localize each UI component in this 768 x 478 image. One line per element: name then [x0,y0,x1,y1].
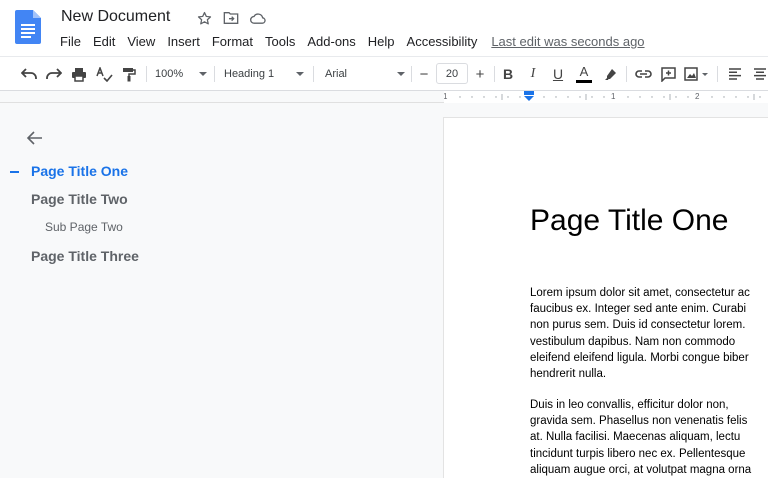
text-line: gravida sem. Phasellus non venenatis fel… [530,415,748,428]
highlight-color-icon[interactable] [599,57,621,91]
paragraph[interactable]: Duis in leo convallis, efficitur dolor n… [530,397,751,478]
insert-link-icon[interactable] [632,57,654,91]
chevron-down-icon [397,72,405,76]
spellcheck-icon[interactable] [93,57,115,91]
bold-button[interactable]: B [498,57,518,91]
menu-insert[interactable]: Insert [161,33,206,50]
document-page[interactable]: Page Title One Lorem ipsum dolor sit ame… [444,118,768,478]
menu-tools[interactable]: Tools [259,33,301,50]
text-line: vestibulum dapibus. Nam non commodo [530,335,736,348]
text-line: eleifend eleifend ligula. Morbi congue b… [530,351,749,364]
zoom-select[interactable]: 100% [155,57,207,91]
menu-file[interactable]: File [54,33,87,50]
menu-format[interactable]: Format [206,33,259,50]
underline-button[interactable]: U [548,57,568,91]
menu-accessibility[interactable]: Accessibility [401,33,484,50]
text-color-letter: A [579,64,589,79]
ruler-number: 1 [444,92,448,101]
cloud-status-icon[interactable] [247,9,269,27]
undo-icon[interactable] [18,57,40,91]
outline-item-sub-page-two[interactable]: Sub Page Two [45,220,123,234]
ruler-number: 2 [695,92,700,101]
text-line: Lorem ipsum dolor sit amet, consectetur … [530,287,750,299]
star-icon[interactable] [193,9,215,27]
font-value: Arial [325,68,348,80]
italic-button[interactable]: I [523,57,543,91]
outline-item-page-title-two[interactable]: Page Title Two [31,191,128,207]
text-line: Duis in leo convallis, efficitur dolor n… [530,399,729,411]
menu-bar: File Edit View Insert Format Tools Add-o… [54,33,645,50]
menu-help[interactable]: Help [362,33,401,50]
ruler-ticks [459,94,761,100]
menu-add-ons[interactable]: Add-ons [301,33,361,50]
text-line: non purus sem. Duis id consectetur lorem… [530,319,746,332]
zoom-value: 100% [155,68,184,80]
print-icon[interactable] [68,57,90,91]
active-heading-marker [10,171,19,173]
add-comment-icon[interactable] [657,57,679,91]
back-arrow-icon[interactable] [25,128,45,148]
align-center-icon[interactable] [749,57,768,91]
menu-view[interactable]: View [121,33,161,50]
font-size-input[interactable]: 20 [436,63,468,84]
paragraph[interactable]: Lorem ipsum dolor sit amet, consectetur … [530,285,750,382]
title-bar: New Document File Edit View Insert Forma… [0,0,768,56]
docs-logo-icon[interactable] [15,10,41,44]
chevron-down-icon [296,72,304,76]
text-line: faucibus ex. Integer sed ante enim. Cura… [530,303,747,316]
align-left-icon[interactable] [724,57,746,91]
menu-edit[interactable]: Edit [87,33,121,50]
font-select[interactable]: Arial [325,57,405,91]
text-color-swatch [576,80,592,83]
text-line: at. Nulla facilisi. Maecenas aliquam, le… [530,431,741,444]
text-line: hendrerit nulla. [530,368,607,381]
insert-image-icon[interactable] [682,57,712,91]
text-color-button[interactable]: A [573,57,595,91]
document-title[interactable]: New Document [61,8,170,26]
style-value: Heading 1 [224,68,275,80]
paint-format-icon[interactable] [118,57,140,91]
text-line: tincidunt turpis libero nec ex. Pellente… [530,447,746,460]
style-select[interactable]: Heading 1 [224,57,304,91]
increase-font-size-button[interactable]: + [470,57,490,91]
document-outline-panel: Page Title One Page Title Two Sub Page T… [0,104,444,470]
page-heading[interactable]: Page Title One [530,204,728,238]
outline-item-page-title-one[interactable]: Page Title One [31,163,128,179]
horizontal-ruler[interactable]: 1 1 2 [444,91,768,103]
toolbar: 100% Heading 1 Arial − 20 + B I U A [0,56,768,91]
decrease-font-size-button[interactable]: − [414,57,434,91]
ruler-number: 1 [611,92,616,101]
last-edit-link[interactable]: Last edit was seconds ago [491,33,644,50]
outline-item-page-title-three[interactable]: Page Title Three [31,248,139,264]
chevron-down-icon [199,72,207,76]
indent-marker-icon[interactable] [524,91,534,103]
move-to-folder-icon[interactable] [220,9,242,27]
redo-icon[interactable] [43,57,65,91]
